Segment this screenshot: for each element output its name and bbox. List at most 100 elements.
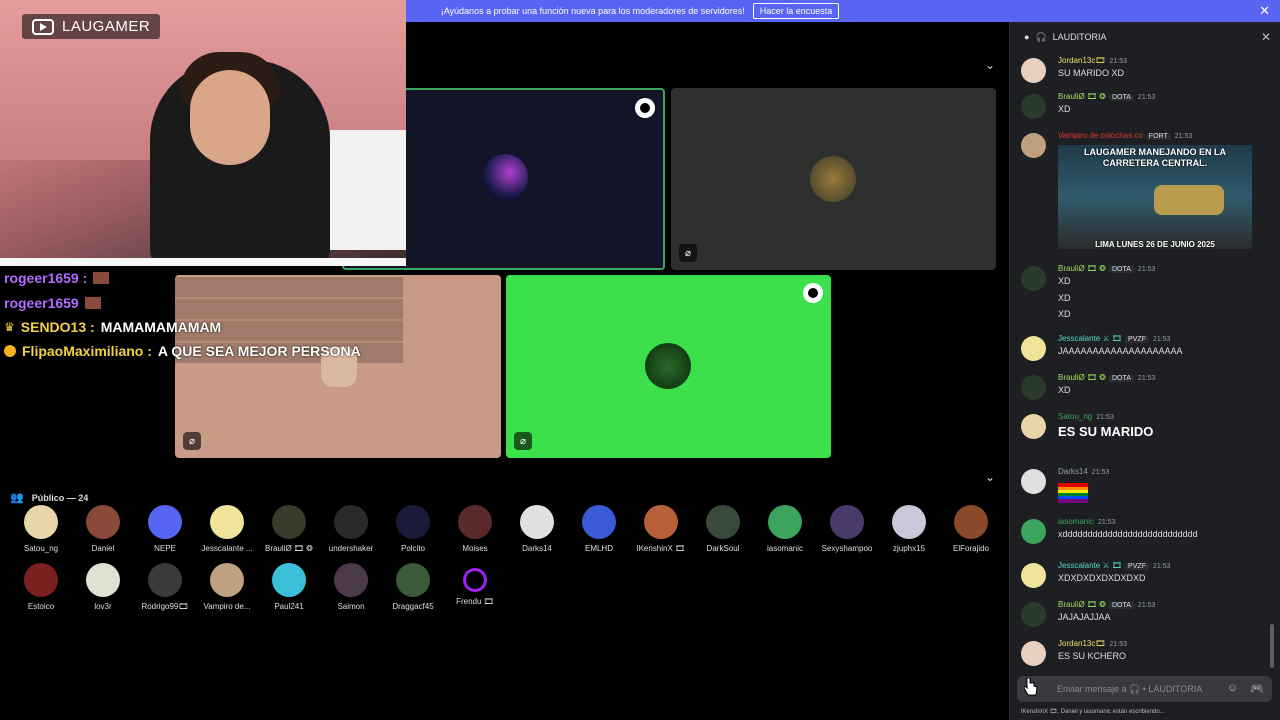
avatar xyxy=(954,505,988,539)
audience-member[interactable]: undershaker xyxy=(320,505,382,553)
audience-member-name: ElForajido xyxy=(952,544,989,553)
message-author[interactable]: Jesscalante ⚔ 🎞 xyxy=(1058,334,1122,343)
message-author[interactable]: BrauliØ 🎞 ❂ xyxy=(1058,373,1106,382)
avatar xyxy=(396,505,430,539)
audience-member[interactable]: Frendu 🎞 xyxy=(444,563,506,606)
audience-member[interactable]: BrauliØ 🎞 ❂ xyxy=(258,505,320,553)
audience-member[interactable]: Paul241 xyxy=(258,563,320,611)
avatar[interactable] xyxy=(1021,641,1046,666)
message-author[interactable]: Vampiro de colochas co xyxy=(1058,131,1143,140)
collapse-audience-icon[interactable]: ⌄ xyxy=(985,470,995,484)
hand-cursor-icon xyxy=(1024,678,1038,696)
server-tag: DOTA xyxy=(1108,94,1134,101)
audience-member-name: Paul241 xyxy=(274,602,304,611)
message-text: XD xyxy=(1058,385,1071,395)
emoji-icon[interactable]: ☺ xyxy=(1227,682,1238,694)
message-header: BrauliØ 🎞 ❂ DOTA 21:53 xyxy=(1058,600,1155,609)
message-author[interactable]: Jordan13c🎞 xyxy=(1058,639,1106,648)
message-time: 21:53 xyxy=(1174,133,1193,140)
avatar xyxy=(86,563,120,597)
audience-member-name: DarkSoul xyxy=(706,544,740,553)
audience-member[interactable]: Draggacf45 xyxy=(382,563,444,611)
muted-mic-icon: ⌀ xyxy=(183,432,201,450)
audience-member[interactable]: Darks14 xyxy=(506,505,568,553)
typing-indicator: lKenshinX 🎞, Daniel y iasomanic están es… xyxy=(1021,709,1165,715)
audience-member[interactable]: Estoico xyxy=(10,563,72,611)
message-author[interactable]: Jordan13c🎞 xyxy=(1058,56,1106,65)
avatar[interactable] xyxy=(1021,519,1046,544)
avatar xyxy=(892,505,926,539)
video-tile-2[interactable]: ⌀ xyxy=(671,88,996,270)
avatar[interactable] xyxy=(1021,602,1046,627)
message-author[interactable]: BrauliØ 🎞 ❂ xyxy=(1058,600,1106,609)
audience-member[interactable]: Jesscalante ... xyxy=(196,505,258,553)
message-time: 21:53 xyxy=(1137,94,1156,101)
streamer-webcam: LAUGAMER xyxy=(0,0,406,266)
audience-member[interactable]: NEPE xyxy=(134,505,196,553)
avatar[interactable] xyxy=(1021,336,1046,361)
avatar xyxy=(210,563,244,597)
message-author[interactable]: BrauliØ 🎞 ❂ xyxy=(1058,92,1106,101)
avatar[interactable] xyxy=(1021,133,1046,158)
audience-member[interactable]: Satou_ng xyxy=(10,505,72,553)
audience-member[interactable]: DarkSoul xyxy=(692,505,754,553)
avatar[interactable] xyxy=(1021,58,1046,83)
message-author[interactable]: Jesscalante ⚔ 🎞 xyxy=(1058,561,1122,570)
audience-member[interactable]: zjuphx15 xyxy=(878,505,940,553)
avatar[interactable] xyxy=(1021,469,1046,494)
avatar[interactable] xyxy=(1021,375,1046,400)
server-tag: DOTA xyxy=(1108,375,1134,382)
avatar[interactable] xyxy=(1021,563,1046,588)
message-time: 21:53 xyxy=(1152,563,1171,570)
owner-badge-icon xyxy=(635,98,655,118)
avatar[interactable] xyxy=(1021,94,1046,119)
video-tile-4[interactable]: ⌀ xyxy=(506,275,831,458)
audience-member[interactable]: Moises xyxy=(444,505,506,553)
audience-member[interactable]: Saimon xyxy=(320,563,382,611)
avatar xyxy=(463,568,487,592)
avatar xyxy=(396,563,430,597)
message-extra-xd: XD xyxy=(1058,309,1071,319)
message-header: iasomanic 21:53 xyxy=(1058,517,1116,526)
audience-member[interactable]: Polcito xyxy=(382,505,444,553)
message-author[interactable]: Satou_ng xyxy=(1058,412,1092,421)
close-icon[interactable]: ✕ xyxy=(1261,30,1271,44)
audience-member[interactable]: ElForajido xyxy=(940,505,1002,553)
audience-member[interactable]: Vampiro de... xyxy=(196,563,258,611)
audience-member[interactable]: iasomanic xyxy=(754,505,816,553)
webcam-face xyxy=(190,70,270,165)
audience-member[interactable]: Daniel xyxy=(72,505,134,553)
message-header: Jesscalante ⚔ 🎞 PVZF 21:53 xyxy=(1058,561,1170,570)
message-author[interactable]: BrauliØ 🎞 ❂ xyxy=(1058,264,1106,273)
meme-image[interactable]: LAUGAMER MANEJANDO EN LA CARRETERA CENTR… xyxy=(1058,145,1252,249)
audience-member[interactable]: EMLHD xyxy=(568,505,630,553)
webcam-shelf xyxy=(330,130,406,250)
audience-member[interactable]: Rodrigo99🎞 xyxy=(134,563,196,611)
webcam-led xyxy=(0,258,406,266)
message-text: JAAAAAAAAAAAAAAAAAAAA xyxy=(1058,346,1183,356)
app-root: ¡Ayúdanos a probar una función nueva par… xyxy=(0,0,1280,720)
audience-member-name: Rodrigo99🎞 xyxy=(141,602,189,611)
audience-member[interactable]: Sexyshampoo xyxy=(816,505,878,553)
audience-member-name: zjuphx15 xyxy=(892,544,926,553)
avatar xyxy=(148,563,182,597)
audience-member[interactable]: lov3r xyxy=(72,563,134,611)
message-input[interactable]: Enviar mensaje a 🎧 • LAUDITORIA ☺ 🎮 xyxy=(1017,676,1272,702)
meme-top-text: LAUGAMER MANEJANDO EN LA CARRETERA CENTR… xyxy=(1083,147,1226,168)
survey-button[interactable]: Hacer la encuesta xyxy=(752,3,840,19)
message-author[interactable]: iasomanic xyxy=(1058,517,1094,526)
video-tile-3[interactable]: ⌀ xyxy=(175,275,501,458)
avatar[interactable] xyxy=(1021,414,1046,439)
chat-scrollbar[interactable] xyxy=(1270,624,1274,668)
overlay-chat-line: FlipaoMaximiliano :A QUE SEA MEJOR PERSO… xyxy=(4,343,361,359)
crown-icon: ♛ xyxy=(4,320,15,334)
audience-member[interactable]: lKenshinX 🎞 xyxy=(630,505,692,553)
message-header: Jesscalante ⚔ 🎞 PVZF 21:53 xyxy=(1058,334,1170,343)
banner-close-icon[interactable]: ✕ xyxy=(1259,3,1270,19)
activity-icon[interactable]: 🎮 xyxy=(1250,682,1264,695)
avatar[interactable] xyxy=(1021,266,1046,291)
audience-member-name: Vampiro de... xyxy=(203,602,251,611)
message-author[interactable]: Darks14 xyxy=(1058,467,1088,476)
message-header: Vampiro de colochas co FORT 21:53 xyxy=(1058,131,1192,140)
chevron-down-icon[interactable]: ⌄ xyxy=(985,58,995,72)
